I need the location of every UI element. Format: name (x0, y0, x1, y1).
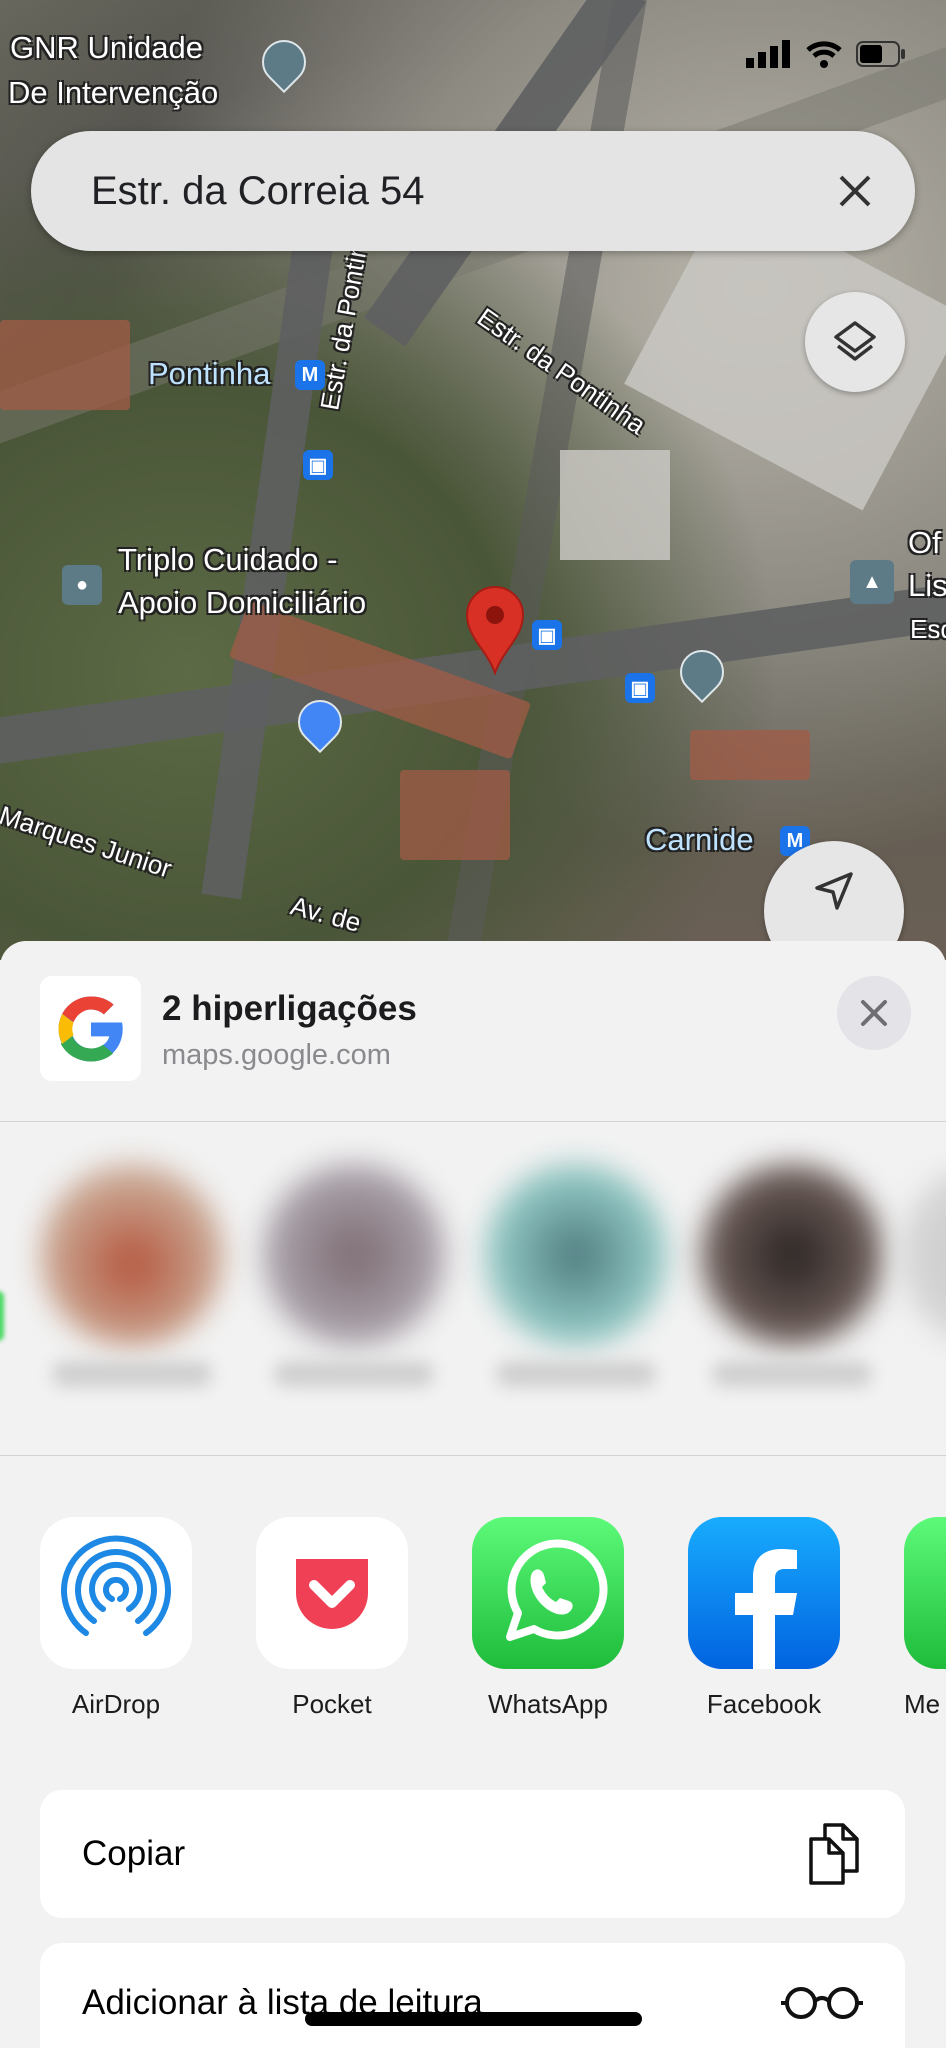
contact-name (496, 1361, 656, 1387)
app-label: AirDrop (71, 1689, 161, 1719)
clear-search-icon[interactable] (835, 171, 875, 211)
divider (0, 1455, 946, 1456)
contact-avatar[interactable] (700, 1163, 884, 1347)
glasses-icon (781, 1987, 863, 2019)
share-sheet: 2 hiperligações maps.google.com AirDrop … (0, 941, 946, 2048)
share-url: maps.google.com (162, 1039, 391, 1071)
google-g-icon (58, 996, 123, 1061)
share-app-messages[interactable]: Me (904, 1517, 946, 1720)
app-label: Facebook (706, 1689, 822, 1719)
layers-button[interactable] (805, 292, 905, 392)
google-logo (40, 976, 141, 1081)
search-bar[interactable]: Estr. da Correia 54 (31, 131, 915, 251)
close-share-button[interactable] (837, 976, 911, 1050)
police-poi-icon[interactable] (252, 30, 316, 94)
map-label: Marques Junior (0, 799, 176, 884)
contact-name (52, 1361, 212, 1387)
app-label: WhatsApp (488, 1689, 608, 1719)
share-app-whatsapp[interactable]: WhatsApp (472, 1517, 624, 1720)
app-label: Pocket (292, 1689, 372, 1719)
action-reading-list[interactable]: Adicionar à lista de leitura (40, 1943, 905, 2048)
action-copy[interactable]: Copiar (40, 1790, 905, 1918)
share-app-airdrop[interactable]: AirDrop (40, 1517, 192, 1720)
battery-icon (856, 41, 905, 67)
map-view[interactable]: GNR Unidade De Intervenção Pontinha M ▣ … (0, 0, 946, 960)
bus-stop-icon[interactable]: ▣ (303, 450, 333, 480)
poi-icon[interactable]: ● (62, 565, 102, 605)
signal-icon (746, 40, 790, 68)
map-label: Estr. da Pontinha (471, 301, 652, 441)
share-app-pocket[interactable]: Pocket (256, 1517, 408, 1720)
contact-name (274, 1361, 434, 1387)
share-title: 2 hiperligações (162, 989, 417, 1028)
home-indicator[interactable] (305, 2012, 642, 2026)
app-label: Me (904, 1689, 941, 1719)
map-label: Apoio Domiciliário (118, 585, 367, 620)
share-app-facebook[interactable]: Facebook (688, 1517, 840, 1720)
map-label: Carnide (645, 822, 754, 857)
copy-icon (809, 1823, 859, 1885)
map-label: Av. de (287, 890, 365, 938)
bus-stop-icon[interactable]: ▣ (625, 673, 655, 703)
map-label: Lis (908, 568, 946, 603)
facebook-icon (735, 1549, 797, 1669)
contact-name (712, 1361, 872, 1387)
wifi-icon (806, 41, 842, 68)
close-icon (861, 1000, 887, 1026)
airdrop-icon (61, 1535, 171, 1636)
map-label: GNR Unidade (10, 30, 203, 65)
map-label: Pontinha (148, 356, 271, 391)
pocket-icon (296, 1559, 368, 1629)
messages-icon (904, 1517, 946, 1669)
navigation-arrow-icon (815, 872, 853, 910)
map-label: Of (908, 525, 941, 560)
map-label: Esc (910, 614, 946, 644)
bus-stop-icon[interactable]: ▣ (532, 620, 562, 650)
contact-avatar[interactable] (40, 1163, 224, 1347)
search-input[interactable]: Estr. da Correia 54 (91, 169, 835, 214)
map-label: Triplo Cuidado - (118, 542, 338, 577)
contact-avatar[interactable] (262, 1163, 446, 1347)
location-pin-icon[interactable] (465, 585, 525, 675)
whatsapp-icon (506, 1539, 608, 1641)
status-bar (746, 40, 906, 68)
divider (0, 1121, 946, 1122)
contact-avatar[interactable] (900, 1163, 946, 1347)
layers-icon (834, 321, 876, 361)
school-poi-icon[interactable]: ▲ (850, 560, 894, 604)
action-label: Copiar (82, 1834, 186, 1873)
contact-badge (0, 1291, 4, 1341)
contact-avatar[interactable] (484, 1163, 668, 1347)
map-label: De Intervenção (8, 75, 219, 110)
